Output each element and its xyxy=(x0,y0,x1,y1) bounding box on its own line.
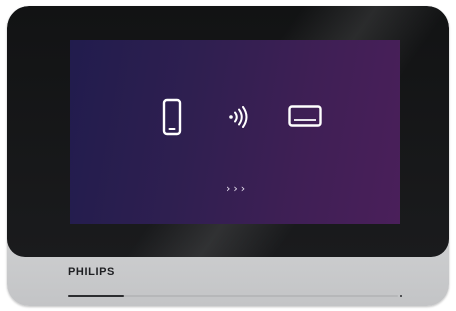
brand-logo: PHILIPS xyxy=(68,266,115,278)
wireless-signal-icon xyxy=(227,106,249,128)
next-arrows[interactable]: ››› xyxy=(226,182,266,196)
touch-slider[interactable] xyxy=(68,295,398,297)
intercom-monitor: ››› PHILIPS xyxy=(7,6,449,306)
screen-bezel: ››› xyxy=(7,6,449,257)
touch-slider-fill xyxy=(68,295,125,297)
tablet-icon xyxy=(288,105,322,127)
smartphone-icon xyxy=(162,98,182,136)
display-screen[interactable]: ››› xyxy=(70,40,400,224)
touch-slider-dot xyxy=(400,295,402,297)
